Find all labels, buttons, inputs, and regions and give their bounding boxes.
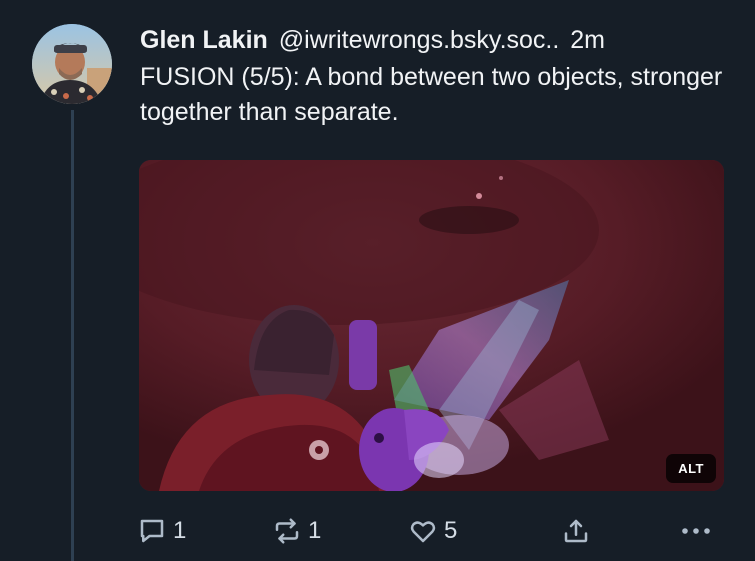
author-name[interactable]: Glen Lakin (140, 26, 268, 54)
more-options-button[interactable] (679, 510, 713, 552)
post-media[interactable]: ALT (139, 160, 724, 491)
more-options-icon (679, 516, 713, 546)
avatar[interactable] (32, 24, 112, 104)
repost-icon (272, 516, 302, 546)
alt-text-badge[interactable]: ALT (666, 454, 716, 483)
post-actions: 1 1 5 (137, 510, 737, 552)
like-count: 5 (444, 517, 458, 544)
reply-button[interactable]: 1 (137, 510, 186, 552)
post-text: FUSION (5/5): A bond between two objects… (140, 63, 723, 126)
post-header: Glen Lakin @iwritewrongs.bsky.soc.. 2m (140, 20, 740, 60)
like-icon (408, 516, 438, 546)
repost-button[interactable]: 1 (272, 510, 321, 552)
share-icon (561, 516, 591, 546)
thread-line (71, 110, 74, 561)
share-button[interactable] (561, 510, 591, 552)
reply-count: 1 (173, 517, 187, 544)
reply-icon (137, 516, 167, 546)
repost-count: 1 (308, 517, 322, 544)
post-timestamp[interactable]: 2m (570, 26, 605, 54)
post-content: Glen Lakin @iwritewrongs.bsky.soc.. 2m F… (140, 20, 740, 130)
like-button[interactable]: 5 (408, 510, 457, 552)
author-handle[interactable]: @iwritewrongs.bsky.soc.. (279, 26, 560, 54)
media-image (139, 160, 724, 491)
